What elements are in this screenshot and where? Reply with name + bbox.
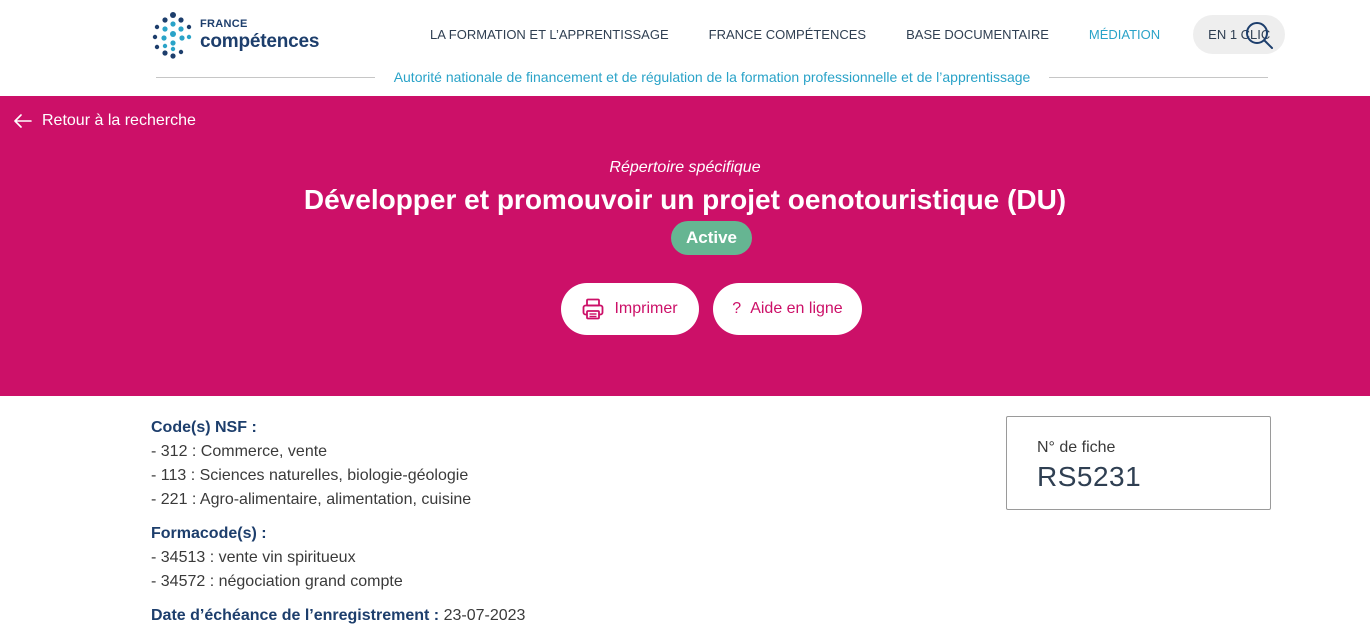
help-button-label: Aide en ligne — [750, 300, 843, 317]
nsf-codes-title: Code(s) NSF : — [151, 419, 257, 436]
tagline-bar: Autorité nationale de financement et de … — [156, 66, 1269, 88]
nav-item-formation[interactable]: LA FORMATION ET L’APPRENTISSAGE — [430, 27, 669, 42]
printer-icon — [583, 298, 604, 320]
formacode-item: - 34572 : négociation grand compte — [151, 573, 403, 590]
nsf-code-item: - 221 : Agro-alimentaire, alimentation, … — [151, 491, 472, 508]
echeance-row: Date d’échéance de l’enregistrement : 23… — [151, 604, 951, 628]
fiche-number-value: RS5231 — [1037, 461, 1142, 492]
site-header: FRANCE compétences LA FORMATION ET L’APP… — [0, 0, 1370, 96]
question-mark-icon: ? — [732, 300, 742, 317]
tagline-divider-right — [1049, 76, 1269, 78]
tagline-text: Autorité nationale de financement et de … — [393, 69, 1031, 85]
repertoire-subtitle: Répertoire spécifique — [609, 159, 761, 176]
nsf-code-item: - 113 : Sciences naturelles, biologie-gé… — [151, 467, 469, 484]
main-nav: LA FORMATION ET L’APPRENTISSAGE FRANCE C… — [410, 14, 1286, 54]
nav-item-france-competences[interactable]: FRANCE COMPÉTENCES — [709, 27, 866, 42]
nav-item-base-documentaire[interactable]: BASE DOCUMENTAIRE — [906, 27, 1049, 42]
fiche-number-box: N° de fiche RS5231 — [1006, 416, 1271, 510]
fiche-banner: Retour à la recherche Répertoire spécifi… — [0, 96, 1370, 396]
formacodes-title: Formacode(s) : — [151, 525, 267, 542]
back-to-search-link[interactable]: Retour à la recherche — [14, 112, 196, 130]
print-button[interactable]: Imprimer — [561, 283, 699, 335]
formacode-item: - 34513 : vente vin spiritueux — [151, 549, 356, 566]
status-badge: Active — [671, 221, 752, 255]
france-competences-logo[interactable]: FRANCE compétences — [151, 10, 326, 60]
tagline-divider-left — [156, 76, 375, 78]
echeance-value: 23-07-2023 — [443, 607, 526, 624]
back-link-label: Retour à la recherche — [42, 112, 196, 129]
online-help-button[interactable]: ? Aide en ligne — [713, 283, 862, 335]
fiche-details: Code(s) NSF : - 312 : Commerce, vente - … — [151, 416, 951, 628]
nsf-code-item: - 312 : Commerce, vente — [151, 443, 328, 460]
logo-big-text: compétences — [200, 31, 320, 52]
echeance-label: Date d’échéance de l’enregistrement : — [151, 607, 440, 624]
arrow-left-icon — [14, 114, 32, 128]
search-icon[interactable] — [1244, 20, 1274, 50]
nav-item-mediation[interactable]: MÉDIATION — [1089, 27, 1160, 42]
page-title: Développer et promouvoir un projet oenot… — [303, 184, 1067, 215]
print-button-label: Imprimer — [614, 300, 678, 317]
fiche-number-label: N° de fiche — [1037, 439, 1116, 456]
logo-dots-icon — [152, 12, 192, 59]
logo-small-text: FRANCE — [200, 18, 248, 30]
